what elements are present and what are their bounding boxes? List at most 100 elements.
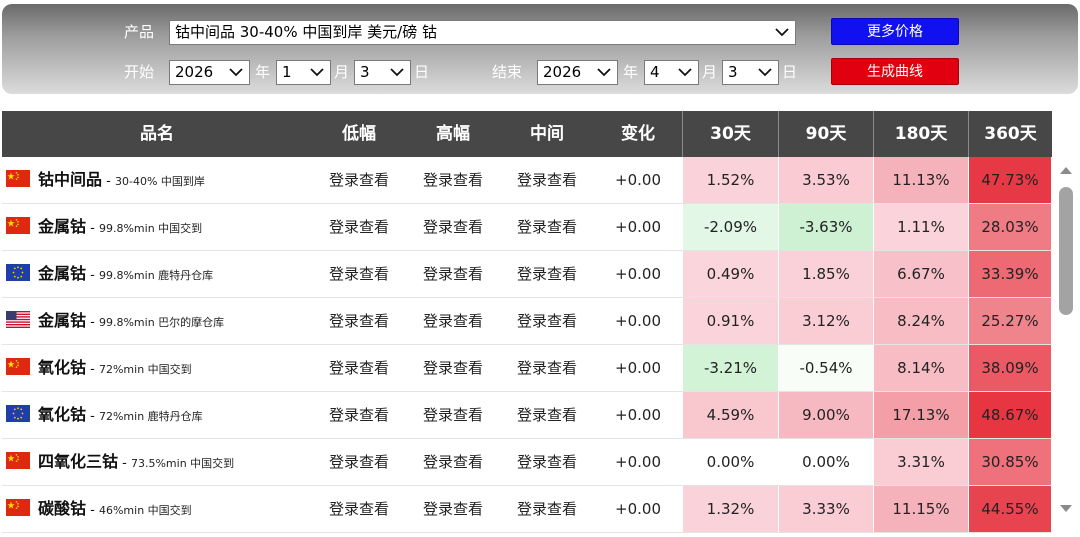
product-name-cell[interactable]: 四氧化三钴 - 73.5%min 中国交到 [38,439,234,485]
start-year-unit: 年 [255,63,271,81]
mid-price-cell[interactable]: 登录查看 [500,298,594,344]
change-180d-cell: 8.24% [874,298,969,344]
product-name-cell[interactable]: 金属钴 - 99.8%min 鹿特丹仓库 [38,251,213,297]
change-30d-cell: 0.00% [683,439,779,485]
product-name-cell[interactable]: 钴中间品 - 30-40% 中国到岸 [38,157,205,203]
end-day-select[interactable]: 3 [722,60,779,85]
start-year-select[interactable]: 2026 [169,60,250,85]
chevron-down-icon [775,28,789,37]
mid-price-cell[interactable]: 登录查看 [500,439,594,485]
column-header-360d[interactable]: 360天 [969,111,1052,157]
table-row[interactable]: 金属钴 - 99.8%min 巴尔的摩仓库 登录查看 登录查看 登录查看 +0.00 0.… [2,298,1052,345]
product-name-cell[interactable]: 金属钴 - 99.8%min 中国交到 [38,204,202,250]
column-header-low[interactable]: 低幅 [312,111,406,157]
change-cell: +0.00 [615,265,661,283]
high-price-cell[interactable]: 登录查看 [406,157,500,203]
end-label: 结束 [492,63,523,81]
start-label: 开始 [124,63,155,81]
chevron-down-icon [678,68,692,77]
us-flag-icon [6,311,30,328]
end-month-select[interactable]: 4 [644,60,699,85]
name-separator: - [86,409,99,424]
scroll-up-arrow-icon[interactable] [1059,165,1073,175]
name-separator: - [86,315,99,330]
change-30d-cell: 0.49% [683,251,779,297]
end-month-value: 4 [650,63,660,81]
mid-price-cell[interactable]: 登录查看 [500,157,594,203]
mid-price-cell[interactable]: 登录查看 [500,392,594,438]
name-separator: - [86,221,99,236]
product-name: 四氧化三钴 [38,452,119,471]
start-month-select[interactable]: 1 [276,60,331,85]
mid-price-cell[interactable]: 登录查看 [500,251,594,297]
column-header-high[interactable]: 高幅 [406,111,500,157]
price-table-body: 钴中间品 - 30-40% 中国到岸 登录查看 登录查看 登录查看 +0.00 1.52%… [2,157,1052,537]
product-name-cell[interactable]: 氧化钴 - 72%min 中国交到 [38,345,192,391]
product-select[interactable]: 钴中间品 30-40% 中国到岸 美元/磅 钴 [169,20,796,45]
table-row[interactable]: 四氧化三钴 - 73.5%min 中国交到 登录查看 登录查看 登录查看 +0.00 0.… [2,439,1052,486]
column-header-30d[interactable]: 30天 [683,111,778,157]
high-price-cell[interactable]: 登录查看 [406,204,500,250]
product-name-cell[interactable]: 金属钴 - 99.8%min 巴尔的摩仓库 [38,298,224,344]
scroll-down-arrow-icon[interactable] [1059,504,1073,514]
table-row[interactable]: 氧化钴 - 72%min 鹿特丹仓库 登录查看 登录查看 登录查看 +0.00 4.59%… [2,392,1052,439]
change-90d-cell: 3.33% [779,486,874,532]
product-name: 金属钴 [38,217,87,236]
change-90d-cell: 9.00% [779,392,874,438]
column-header-90d[interactable]: 90天 [779,111,873,157]
low-price-cell[interactable]: 登录查看 [312,345,406,391]
end-year-select[interactable]: 2026 [537,60,618,85]
start-day-unit: 日 [414,63,430,81]
high-price-cell[interactable]: 登录查看 [406,486,500,532]
scrollbar-thumb[interactable] [1059,187,1073,315]
high-price-cell[interactable]: 登录查看 [406,251,500,297]
change-90d-cell: 1.85% [779,251,874,297]
low-price-cell[interactable]: 登录查看 [312,204,406,250]
eu-flag-icon [6,264,30,281]
change-180d-cell: 8.14% [874,345,969,391]
start-day-select[interactable]: 3 [354,60,411,85]
table-row[interactable]: 碳酸钴 - 46%min 中国交到 登录查看 登录查看 登录查看 +0.00 1.32% 3… [2,486,1052,533]
name-separator: - [86,503,99,518]
low-price-cell[interactable]: 登录查看 [312,392,406,438]
cn-flag-icon [6,170,30,187]
high-price-cell[interactable]: 登录查看 [406,392,500,438]
table-row[interactable]: 金属钴 - 99.8%min 鹿特丹仓库 登录查看 登录查看 登录查看 +0.00 0.4… [2,251,1052,298]
high-price-cell[interactable]: 登录查看 [406,298,500,344]
high-price-cell[interactable]: 登录查看 [406,439,500,485]
product-name-cell[interactable]: 碳酸钴 - 46%min 中国交到 [38,486,192,532]
end-day-unit: 日 [782,63,798,81]
change-90d-cell: 0.00% [779,439,874,485]
column-header-mid[interactable]: 中间 [500,111,594,157]
change-90d-cell: 3.12% [779,298,874,344]
product-label: 产品 [124,23,155,41]
start-month-value: 1 [282,63,292,81]
change-360d-cell: 44.55% [969,486,1052,532]
mid-price-cell[interactable]: 登录查看 [500,486,594,532]
mid-price-cell[interactable]: 登录查看 [500,345,594,391]
low-price-cell[interactable]: 登录查看 [312,486,406,532]
more-prices-button[interactable]: 更多价格 [831,18,959,45]
low-price-cell[interactable]: 登录查看 [312,251,406,297]
chevron-down-icon [229,68,243,77]
mid-price-cell[interactable]: 登录查看 [500,204,594,250]
change-cell: +0.00 [615,359,661,377]
low-price-cell[interactable]: 登录查看 [312,157,406,203]
column-header-180d[interactable]: 180天 [874,111,968,157]
low-price-cell[interactable]: 登录查看 [312,439,406,485]
low-price-cell[interactable]: 登录查看 [312,298,406,344]
product-spec: 99.8%min 中国交到 [98,222,203,235]
change-360d-cell: 33.39% [969,251,1052,297]
table-row[interactable]: 钴中间品 - 30-40% 中国到岸 登录查看 登录查看 登录查看 +0.00 1.52%… [2,157,1052,204]
product-spec: 99.8%min 鹿特丹仓库 [98,269,214,282]
vertical-scrollbar[interactable] [1054,157,1078,527]
column-header-name[interactable]: 品名 [2,111,312,157]
generate-curve-button[interactable]: 生成曲线 [831,58,959,85]
column-header-change[interactable]: 变化 [594,111,682,157]
table-row[interactable]: 氧化钴 - 72%min 中国交到 登录查看 登录查看 登录查看 +0.00 -3.21%… [2,345,1052,392]
high-price-cell[interactable]: 登录查看 [406,345,500,391]
product-name-cell[interactable]: 氧化钴 - 72%min 鹿特丹仓库 [38,392,203,438]
table-row[interactable]: 金属钴 - 99.8%min 中国交到 登录查看 登录查看 登录查看 +0.00 -2.0… [2,204,1052,251]
product-spec: 72%min 中国交到 [98,363,192,376]
chevron-down-icon [758,68,772,77]
